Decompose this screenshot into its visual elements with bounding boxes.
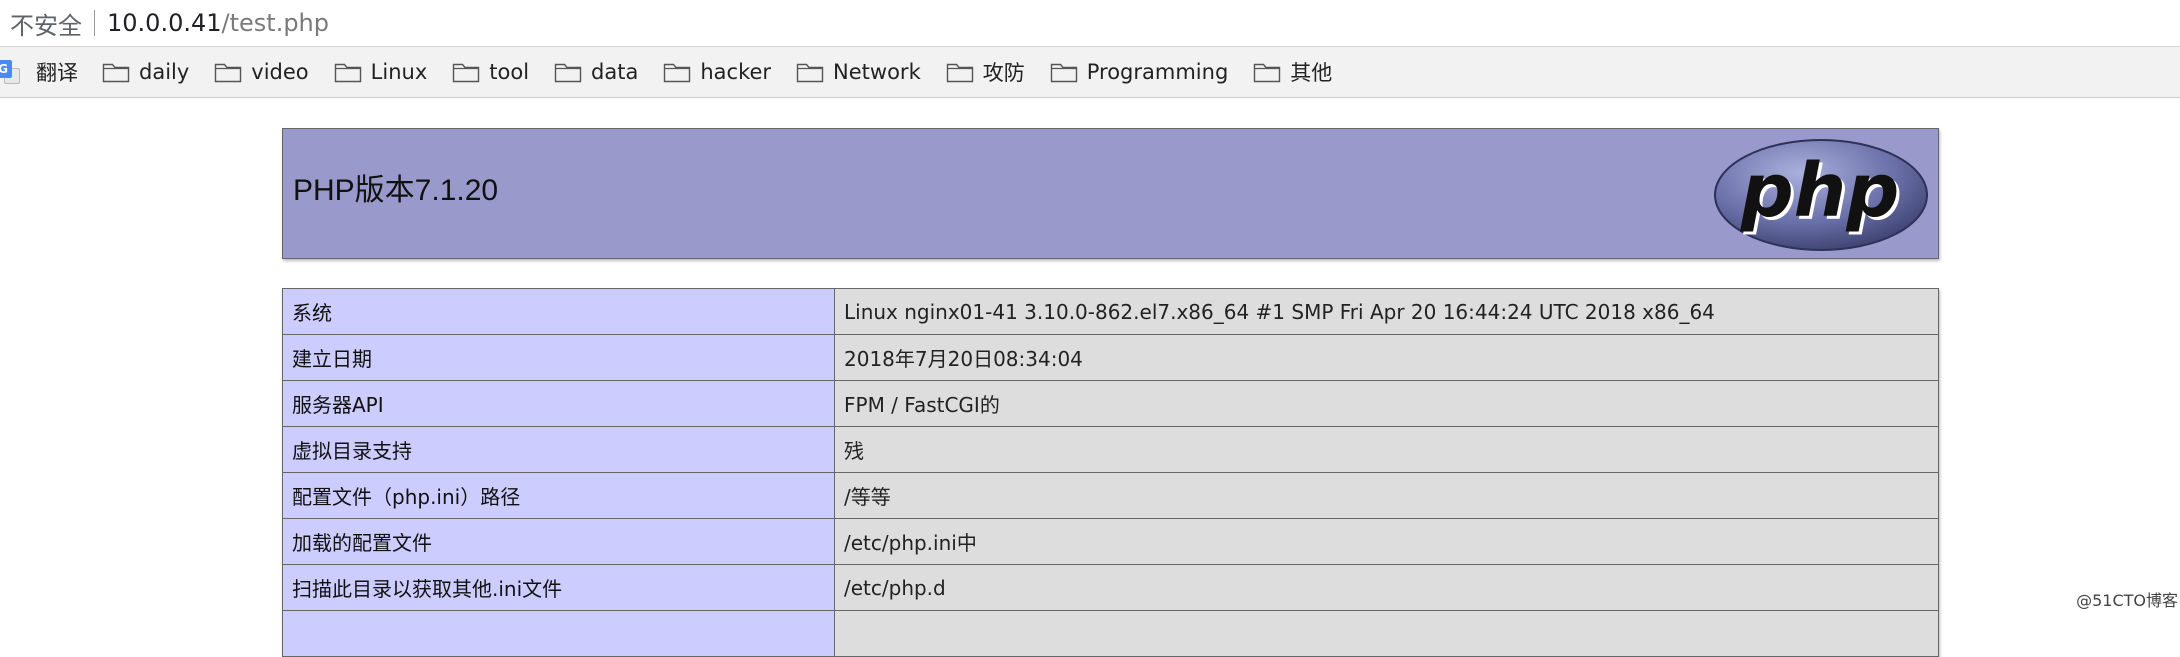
php-version-title: PHP版本7.1.20 [293, 165, 498, 209]
security-indicator[interactable]: 不安全 [10, 6, 82, 41]
folder-icon [1253, 61, 1281, 83]
table-row: 配置文件（php.ini）路径 /等等 [283, 473, 1939, 519]
bookmark-folder-video[interactable]: video [214, 60, 308, 84]
php-logo-text: php [1740, 148, 1900, 234]
table-row [283, 611, 1939, 657]
bookmark-label: 其他 [1290, 57, 1332, 87]
url-host[interactable]: 10.0.0.41 [107, 9, 222, 37]
row-value: /etc/php.ini中 [835, 519, 1939, 565]
bookmark-folder-attack-defense[interactable]: 攻防 [946, 57, 1025, 87]
folder-icon [214, 61, 242, 83]
folder-icon [946, 61, 974, 83]
google-translate-icon: G [0, 60, 22, 84]
url-path[interactable]: /test.php [222, 9, 329, 37]
row-value: 2018年7月20日08:34:04 [835, 335, 1939, 381]
bookmark-label: Programming [1087, 60, 1229, 84]
bookmarks-bar: G 翻译 daily video Linux tool data hacker … [0, 47, 2180, 98]
table-row: 扫描此目录以获取其他.ini文件 /etc/php.d [283, 565, 1939, 611]
php-logo-icon: php php [1712, 137, 1930, 253]
bookmark-folder-hacker[interactable]: hacker [663, 60, 771, 84]
row-value: /等等 [835, 473, 1939, 519]
bookmark-label: Network [833, 60, 921, 84]
row-key: 加载的配置文件 [283, 519, 835, 565]
address-separator [94, 10, 95, 36]
bookmark-folder-other[interactable]: 其他 [1253, 57, 1332, 87]
folder-icon [102, 61, 130, 83]
row-key: 建立日期 [283, 335, 835, 381]
folder-icon [796, 61, 824, 83]
folder-icon [663, 61, 691, 83]
folder-icon [334, 61, 362, 83]
bookmark-label: video [251, 60, 308, 84]
bookmark-label: hacker [700, 60, 771, 84]
row-key [283, 611, 835, 657]
row-value [835, 611, 1939, 657]
table-row: 虚拟目录支持 残 [283, 427, 1939, 473]
row-value: /etc/php.d [835, 565, 1939, 611]
address-bar[interactable]: 不安全 10.0.0.41/test.php [0, 0, 2180, 47]
bookmark-folder-data[interactable]: data [554, 60, 638, 84]
bookmark-label: daily [139, 60, 189, 84]
table-row: 服务器API FPM / FastCGI的 [283, 381, 1939, 427]
row-key: 虚拟目录支持 [283, 427, 835, 473]
watermark: @51CTO博客 [2076, 587, 2178, 611]
row-key: 服务器API [283, 381, 835, 427]
table-row: 加载的配置文件 /etc/php.ini中 [283, 519, 1939, 565]
row-value: Linux nginx01-41 3.10.0-862.el7.x86_64 #… [835, 289, 1939, 335]
bookmark-folder-programming[interactable]: Programming [1050, 60, 1229, 84]
phpinfo-table: 系统 Linux nginx01-41 3.10.0-862.el7.x86_6… [282, 288, 1939, 657]
folder-icon [452, 61, 480, 83]
table-row: 建立日期 2018年7月20日08:34:04 [283, 335, 1939, 381]
bookmark-folder-linux[interactable]: Linux [334, 60, 428, 84]
bookmark-folder-tool[interactable]: tool [452, 60, 529, 84]
folder-icon [554, 61, 582, 83]
row-value: FPM / FastCGI的 [835, 381, 1939, 427]
bookmark-translate[interactable]: G 翻译 [0, 57, 78, 87]
bookmark-folder-daily[interactable]: daily [102, 60, 189, 84]
row-key: 配置文件（php.ini）路径 [283, 473, 835, 519]
bookmark-label: 翻译 [36, 57, 78, 87]
bookmark-label: data [591, 60, 638, 84]
row-key: 扫描此目录以获取其他.ini文件 [283, 565, 835, 611]
row-value: 残 [835, 427, 1939, 473]
row-key: 系统 [283, 289, 835, 335]
bookmark-folder-network[interactable]: Network [796, 60, 921, 84]
bookmark-label: Linux [371, 60, 428, 84]
bookmark-label: tool [489, 60, 529, 84]
bookmark-label: 攻防 [983, 57, 1025, 87]
table-row: 系统 Linux nginx01-41 3.10.0-862.el7.x86_6… [283, 289, 1939, 335]
phpinfo-header: PHP版本7.1.20 php php [282, 128, 1939, 259]
folder-icon [1050, 61, 1078, 83]
